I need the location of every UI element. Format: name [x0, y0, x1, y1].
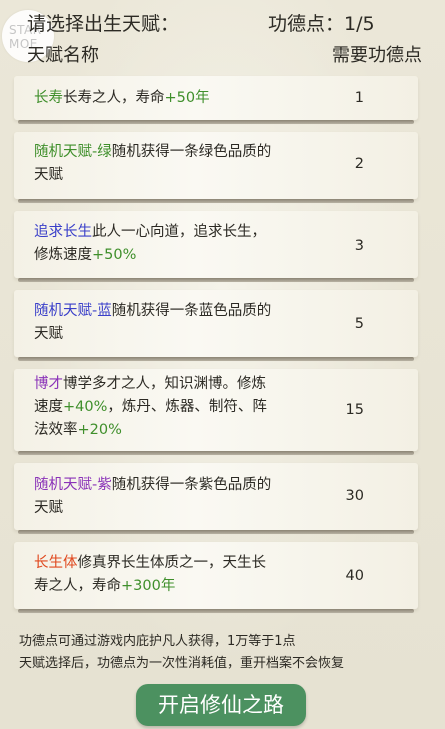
talent-description: 长生体修真界长生体质之一，天生长寿之人，寿命+300年	[34, 552, 324, 598]
column-header-name: 天赋名称	[27, 45, 99, 66]
talent-cost: 15	[345, 402, 364, 418]
talent-cost: 40	[345, 568, 364, 584]
talent-name: 随机天赋-绿	[34, 144, 112, 160]
footer-note: 天赋选择后，功德点为一次性消耗值，重开档案不会恢复	[19, 656, 345, 671]
talent-bonus: +40%	[63, 399, 108, 415]
talent-cost: 2	[354, 156, 364, 172]
talent-name: 长寿	[34, 90, 63, 106]
merit-value: 1/5	[344, 13, 375, 35]
talent-bonus: +300年	[121, 578, 176, 594]
footer-notes: 功德点可通过游戏内庇护凡人获得，1万等于1点 天赋选择后，功德点为一次性消耗值，…	[19, 631, 344, 675]
talent-description: 博才博学多才之人，知识渊博。修炼 速度+40%，炼丹、炼器、制符、阵法效率+20%	[34, 373, 324, 442]
talent-name: 随机天赋-紫	[34, 477, 112, 493]
talent-text: 博学多才之人，知识渊博。修炼	[63, 376, 266, 392]
page-title: 请选择出生天赋：	[27, 13, 180, 35]
talent-card[interactable]: 随机天赋-蓝随机获得一条蓝色品质的天赋 5	[14, 290, 418, 361]
talent-text: 法效率	[34, 422, 78, 438]
talent-description: 追求长生此人一心向道，追求长生， 修炼速度+50%	[34, 221, 324, 267]
talent-bonus: +20%	[77, 422, 122, 438]
talent-card[interactable]: 长寿长寿之人，寿命+50年 1	[14, 76, 418, 124]
talent-text: 寿之人，寿命	[34, 578, 121, 594]
header: 请选择出生天赋： 功德点：1/5	[0, 9, 445, 37]
talent-description: 随机天赋-蓝随机获得一条蓝色品质的天赋	[34, 300, 324, 346]
talent-text: 天赋	[34, 326, 63, 342]
talent-bonus: +50%	[92, 247, 137, 263]
merit-points: 功德点：1/5	[268, 13, 375, 35]
talent-text: 修真界长生体质之一，天生长	[77, 555, 267, 571]
talent-card[interactable]: 博才博学多才之人，知识渊博。修炼 速度+40%，炼丹、炼器、制符、阵法效率+20%…	[14, 369, 418, 455]
talent-cost: 30	[345, 488, 364, 504]
talent-text: 修炼速度	[34, 247, 92, 263]
talent-bonus: +50年	[164, 90, 210, 106]
talent-name: 随机天赋-蓝	[34, 303, 112, 319]
talent-card[interactable]: 追求长生此人一心向道，追求长生， 修炼速度+50% 3	[14, 211, 418, 282]
talent-description: 随机天赋-绿随机获得一条绿色品质的天赋	[34, 141, 324, 187]
talent-text: 天赋	[34, 500, 63, 516]
talent-cost: 3	[354, 238, 364, 254]
talent-description: 随机天赋-紫随机获得一条紫色品质的天赋	[34, 474, 324, 520]
talent-cost: 5	[354, 316, 364, 332]
talent-name: 追求长生	[34, 224, 92, 240]
talent-card[interactable]: 随机天赋-绿随机获得一条绿色品质的天赋 2	[14, 132, 418, 203]
talent-text: 随机获得一条紫色品质的	[111, 477, 272, 493]
talent-description: 长寿长寿之人，寿命+50年	[34, 87, 324, 110]
talent-text: 长寿之人，寿命	[63, 90, 165, 106]
start-cultivation-button[interactable]: 开启修仙之路	[136, 684, 306, 726]
talent-card[interactable]: 长生体修真界长生体质之一，天生长寿之人，寿命+300年 40	[14, 542, 418, 613]
column-headers: 天赋名称 需要功德点	[0, 41, 445, 67]
footer-note: 功德点可通过游戏内庇护凡人获得，1万等于1点	[19, 634, 296, 649]
talent-card[interactable]: 随机天赋-紫随机获得一条紫色品质的天赋 30	[14, 463, 418, 534]
column-header-cost: 需要功德点	[332, 45, 422, 66]
talent-text: 此人一心向道，追求长生，	[92, 224, 266, 240]
talent-name: 博才	[34, 376, 63, 392]
talent-list: 长寿长寿之人，寿命+50年 1 随机天赋-绿随机获得一条绿色品质的天赋 2 追求长生此人…	[14, 76, 434, 621]
talent-text: ，炼丹、炼器、制符、阵	[107, 399, 267, 415]
talent-cost: 1	[354, 90, 364, 106]
talent-text: 随机获得一条绿色品质的	[111, 144, 272, 160]
talent-text: 天赋	[34, 167, 63, 183]
talent-text: 速度	[34, 399, 63, 415]
talent-name: 长生体	[34, 555, 78, 571]
talent-text: 随机获得一条蓝色品质的	[111, 303, 272, 319]
